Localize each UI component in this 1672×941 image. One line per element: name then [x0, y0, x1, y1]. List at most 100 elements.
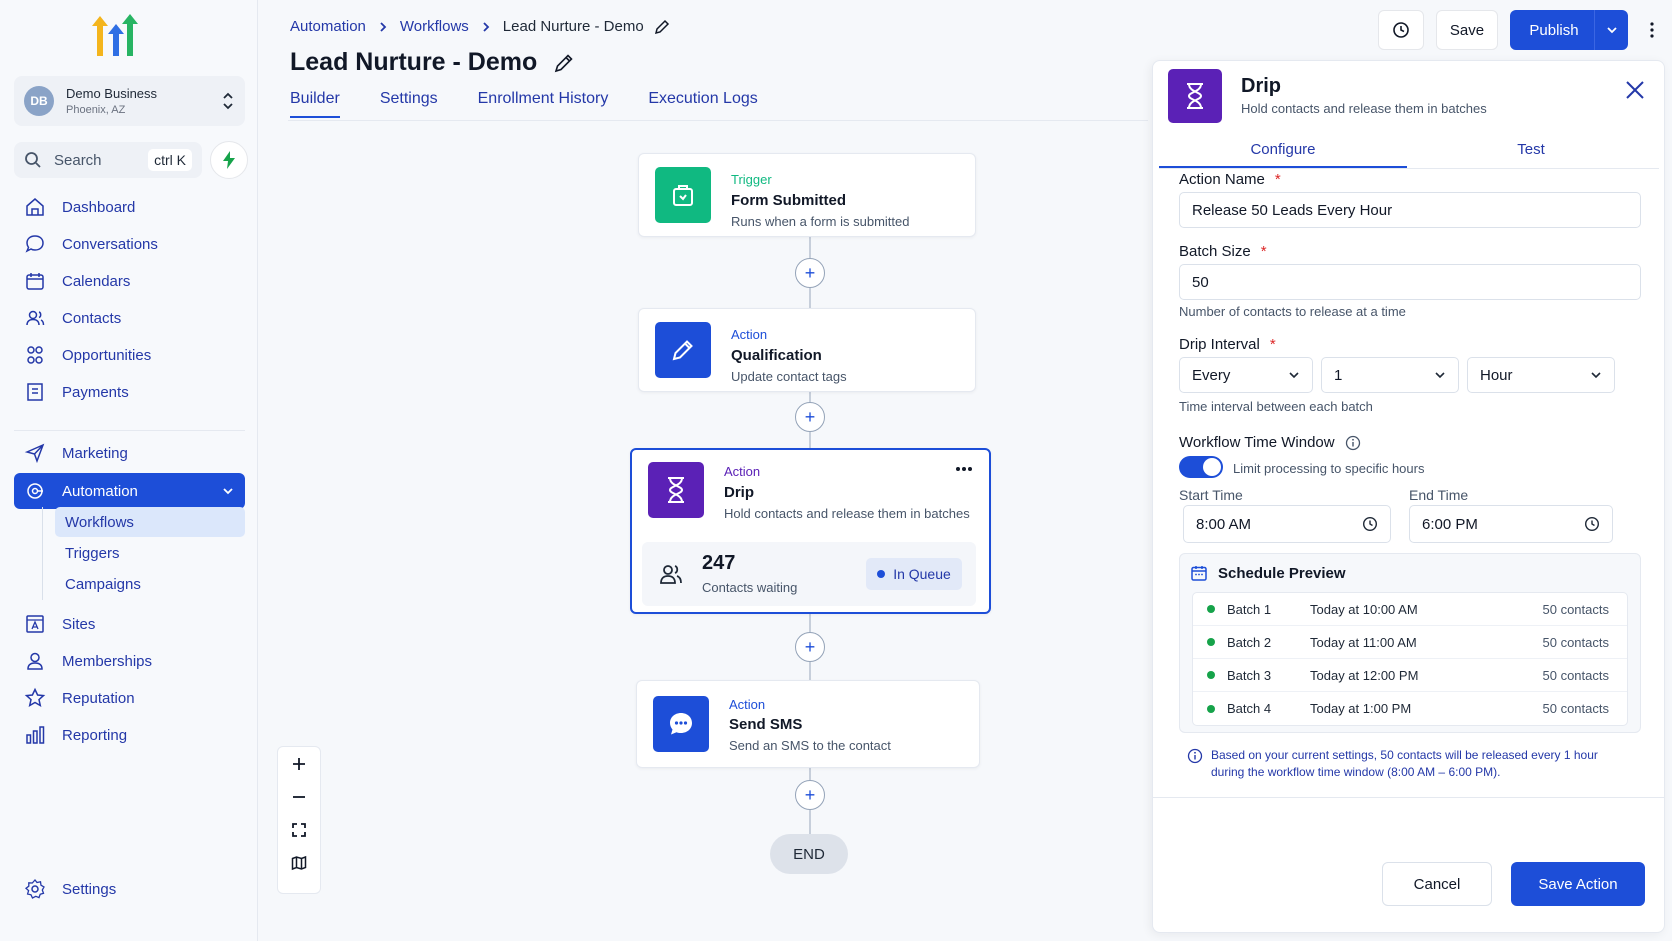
- home-icon: [26, 198, 44, 216]
- qualification-node[interactable]: Action Qualification Update contact tags: [638, 308, 976, 392]
- business-switcher[interactable]: DB Demo Business Phoenix, AZ: [14, 76, 245, 126]
- action-name-field[interactable]: Release 50 Leads Every Hour: [1179, 192, 1641, 228]
- sites-icon: [26, 615, 44, 633]
- send-sms-node[interactable]: Action Send SMS Send an SMS to the conta…: [636, 680, 980, 768]
- sidebar-item-triggers[interactable]: Triggers: [55, 538, 245, 568]
- sidebar-item-settings[interactable]: Settings: [14, 872, 245, 906]
- sidebar-item-dashboard[interactable]: Dashboard: [14, 190, 245, 224]
- add-step-button[interactable]: +: [795, 402, 825, 432]
- batch-time: Today at 12:00 PM: [1310, 667, 1419, 683]
- status-dot: [1207, 704, 1215, 713]
- connector: [809, 768, 811, 780]
- tab-settings[interactable]: Settings: [380, 90, 438, 118]
- time-window-toggle-label: Limit processing to specific hours: [1233, 461, 1425, 476]
- zoom-controls: [277, 746, 321, 894]
- add-step-button[interactable]: +: [795, 780, 825, 810]
- chevron-right-icon: [380, 21, 387, 32]
- status-text: In Queue: [893, 566, 951, 582]
- time-window-toggle[interactable]: [1179, 456, 1223, 478]
- breadcrumb-workflows[interactable]: Workflows: [400, 18, 469, 35]
- zoom-out-button[interactable]: [278, 780, 320, 813]
- sidebar-item-payments[interactable]: Payments: [14, 375, 245, 409]
- sidebar-item-campaigns[interactable]: Campaigns: [55, 569, 245, 599]
- save-button[interactable]: Save: [1436, 10, 1498, 50]
- logo-icon[interactable]: [88, 12, 142, 58]
- calendar-icon: [26, 273, 44, 290]
- tab-enrollment-history[interactable]: Enrollment History: [478, 90, 609, 118]
- fit-view-button[interactable]: [278, 813, 320, 846]
- sidebar-item-automation[interactable]: Automation: [14, 473, 245, 509]
- receipt-icon: [27, 383, 43, 401]
- batch-size-field[interactable]: 50: [1179, 264, 1641, 300]
- sidebar-item-marketing[interactable]: Marketing: [14, 436, 245, 470]
- avatar: DB: [24, 86, 54, 116]
- tab-configure[interactable]: Configure: [1159, 139, 1407, 168]
- sidebar-item-reputation[interactable]: Reputation: [14, 681, 245, 715]
- status-dot: [1207, 638, 1215, 646]
- sidebar-item-workflows[interactable]: Workflows: [55, 507, 245, 537]
- users-icon: [660, 565, 682, 584]
- waiting-count: 247: [702, 552, 736, 574]
- panel-subtitle: Hold contacts and release them in batche…: [1241, 101, 1487, 116]
- drip-node[interactable]: Action Drip Hold contacts and release th…: [630, 448, 991, 614]
- add-step-button[interactable]: +: [795, 258, 825, 288]
- connector: [809, 810, 811, 834]
- tab-builder[interactable]: Builder: [290, 90, 340, 118]
- connector: [809, 288, 811, 308]
- page-title: Lead Nurture - Demo: [290, 48, 538, 76]
- sidebar-item-label: Marketing: [62, 444, 128, 462]
- minimap-button[interactable]: [278, 846, 320, 879]
- info-icon[interactable]: [1345, 435, 1361, 451]
- sidebar-item-sites[interactable]: Sites: [14, 607, 245, 641]
- lightning-icon: [223, 151, 235, 169]
- tab-test[interactable]: Test: [1407, 139, 1655, 168]
- cancel-button[interactable]: Cancel: [1382, 862, 1492, 906]
- more-menu-button[interactable]: [1646, 20, 1658, 40]
- close-icon[interactable]: [1624, 79, 1646, 101]
- interval-count-select[interactable]: 1: [1321, 357, 1459, 393]
- queue-summary: 247 Contacts waiting In Queue: [642, 542, 976, 606]
- sidebar-item-label: Opportunities: [62, 346, 152, 364]
- tab-execution-logs[interactable]: Execution Logs: [648, 90, 757, 118]
- node-kind: Trigger: [731, 172, 772, 187]
- publish-dropdown[interactable]: [1594, 10, 1628, 50]
- sidebar-item-conversations[interactable]: Conversations: [14, 227, 245, 261]
- panel-icon-box: [1168, 69, 1222, 123]
- start-time-input[interactable]: 8:00 AM: [1183, 505, 1391, 543]
- edit-title-icon[interactable]: [553, 52, 575, 74]
- save-action-button[interactable]: Save Action: [1511, 862, 1645, 906]
- history-button[interactable]: [1378, 10, 1424, 50]
- sidebar-item-calendars[interactable]: Calendars: [14, 264, 245, 298]
- sidebar-item-memberships[interactable]: Memberships: [14, 644, 245, 678]
- label-text: Action Name: [1179, 171, 1265, 188]
- sidebar-item-opportunities[interactable]: Opportunities: [14, 338, 245, 372]
- interval-every-select[interactable]: Every: [1179, 357, 1313, 393]
- drip-interval-label: Drip Interval *: [1179, 336, 1276, 353]
- sidebar-divider: [14, 430, 245, 431]
- sidebar-item-reporting[interactable]: Reporting: [14, 718, 245, 752]
- edit-icon[interactable]: [654, 19, 670, 35]
- select-value: Hour: [1480, 366, 1513, 384]
- clock-icon: [1393, 22, 1409, 38]
- chevron-down-icon: [1289, 372, 1299, 379]
- interval-unit-select[interactable]: Hour: [1467, 357, 1615, 393]
- breadcrumb-automation[interactable]: Automation: [290, 18, 366, 35]
- connector: [809, 392, 811, 402]
- quick-action-button[interactable]: [210, 141, 248, 179]
- sidebar-item-label: Conversations: [62, 235, 158, 253]
- chevron-updown-icon: [223, 92, 233, 110]
- trigger-node[interactable]: Trigger Form Submitted Runs when a form …: [638, 153, 976, 237]
- end-time-input[interactable]: 6:00 PM: [1409, 505, 1613, 543]
- node-more-icon[interactable]: [955, 466, 973, 472]
- publish-button[interactable]: Publish: [1510, 10, 1628, 50]
- zoom-in-button[interactable]: [278, 747, 320, 780]
- message-icon: [670, 713, 692, 735]
- publish-label: Publish: [1529, 21, 1579, 39]
- node-name: Form Submitted: [731, 192, 846, 209]
- sidebar-item-contacts[interactable]: Contacts: [14, 301, 245, 335]
- workflow-tabs: Builder Settings Enrollment History Exec…: [290, 90, 798, 118]
- node-kind: Action: [731, 327, 768, 342]
- search-input[interactable]: Search ctrl K: [14, 142, 202, 178]
- automation-submenu: Workflows Triggers Campaigns: [42, 507, 245, 600]
- add-step-button[interactable]: +: [795, 632, 825, 662]
